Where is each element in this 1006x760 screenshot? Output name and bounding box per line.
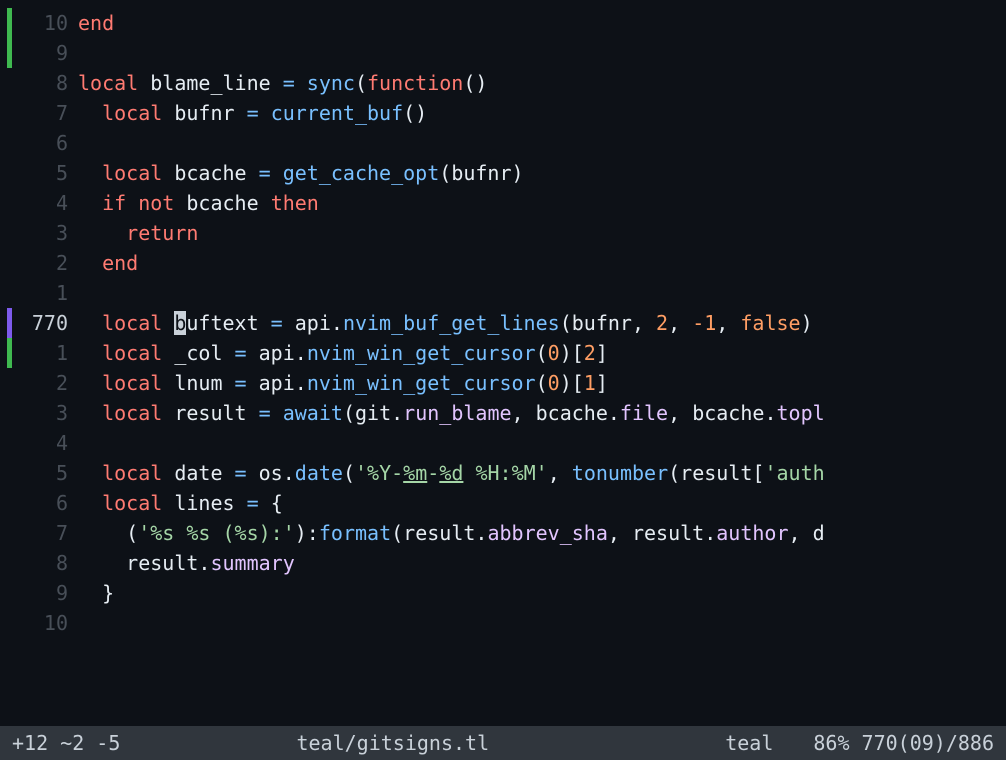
line-number: 1 [18,278,78,308]
code-line[interactable]: 9 [0,38,1006,68]
sign-column [0,8,18,38]
code-line[interactable]: 6 local lines = { [0,488,1006,518]
sign-column [0,458,18,488]
sign-column [0,338,18,368]
sign-column [0,488,18,518]
code-content[interactable]: local lines = { [78,488,1006,518]
line-number: 3 [18,398,78,428]
sign-column [0,428,18,458]
code-content[interactable]: local bcache = get_cache_opt(bufnr) [78,158,1006,188]
statusline: +12 ~2 -5 teal/gitsigns.tl teal 86% 770(… [0,726,1006,760]
code-content[interactable]: local _col = api.nvim_win_get_cursor(0)[… [78,338,1006,368]
code-line[interactable]: 1 local _col = api.nvim_win_get_cursor(0… [0,338,1006,368]
code-content[interactable]: local result = await(git.run_blame, bcac… [78,398,1006,428]
code-line[interactable]: 4 [0,428,1006,458]
code-content[interactable]: local bufnr = current_buf() [78,98,1006,128]
code-line[interactable]: 8 result.summary [0,548,1006,578]
line-number: 770 [18,308,78,338]
sign-column [0,308,18,338]
line-number: 10 [18,8,78,38]
code-content[interactable]: ('%s %s (%s):'):format(result.abbrev_sha… [78,518,1006,548]
sign-column [0,68,18,98]
status-filetype: teal [725,728,773,758]
code-content[interactable]: local date = os.date('%Y-%m-%d %H:%M', t… [78,458,1006,488]
line-number: 3 [18,218,78,248]
code-line[interactable]: 5 local bcache = get_cache_opt(bufnr) [0,158,1006,188]
code-line[interactable]: 8local blame_line = sync(function() [0,68,1006,98]
sign-column [0,98,18,128]
code-line[interactable]: 10 [0,608,1006,638]
code-line[interactable]: 4 if not bcache then [0,188,1006,218]
sign-column [0,518,18,548]
code-content[interactable]: end [78,248,1006,278]
line-number: 6 [18,488,78,518]
line-number: 1 [18,338,78,368]
sign-column [0,128,18,158]
code-line[interactable]: 2 local lnum = api.nvim_win_get_cursor(0… [0,368,1006,398]
git-add-sign [7,338,12,368]
code-content[interactable]: local lnum = api.nvim_win_get_cursor(0)[… [78,368,1006,398]
code-content[interactable]: end [78,8,1006,38]
code-content[interactable]: return [78,218,1006,248]
code-content[interactable]: if not bcache then [78,188,1006,218]
code-line[interactable]: 7 local bufnr = current_buf() [0,98,1006,128]
sign-column [0,218,18,248]
code-line[interactable]: 10end [0,8,1006,38]
git-change-sign [7,308,12,338]
line-number: 9 [18,38,78,68]
sign-column [0,188,18,218]
code-line[interactable]: 3 return [0,218,1006,248]
status-filename: teal/gitsigns.tl [60,728,725,758]
line-number: 5 [18,158,78,188]
code-content[interactable]: result.summary [78,548,1006,578]
code-line[interactable]: 9 } [0,578,1006,608]
sign-column [0,608,18,638]
line-number: 4 [18,428,78,458]
code-line[interactable]: 1 [0,278,1006,308]
sign-column [0,278,18,308]
code-line[interactable]: 7 ('%s %s (%s):'):format(result.abbrev_s… [0,518,1006,548]
git-add-sign [7,38,12,68]
sign-column [0,38,18,68]
sign-column [0,578,18,608]
sign-column [0,158,18,188]
line-number: 4 [18,188,78,218]
line-number: 7 [18,518,78,548]
sign-column [0,248,18,278]
line-number: 8 [18,548,78,578]
sign-column [0,398,18,428]
line-number: 7 [18,98,78,128]
code-line[interactable]: 770 local buftext = api.nvim_buf_get_lin… [0,308,1006,338]
code-line[interactable]: 2 end [0,248,1006,278]
code-content[interactable]: local buftext = api.nvim_buf_get_lines(b… [78,308,1006,338]
line-number: 2 [18,368,78,398]
sign-column [0,548,18,578]
code-content[interactable]: } [78,578,1006,608]
line-number: 2 [18,248,78,278]
line-number: 9 [18,578,78,608]
line-number: 8 [18,68,78,98]
code-line[interactable]: 5 local date = os.date('%Y-%m-%d %H:%M',… [0,458,1006,488]
line-number: 10 [18,608,78,638]
status-position: 86% 770(09)/886 [813,728,994,758]
line-number: 5 [18,458,78,488]
sign-column [0,368,18,398]
git-add-sign [7,8,12,38]
line-number: 6 [18,128,78,158]
code-content[interactable]: local blame_line = sync(function() [78,68,1006,98]
code-line[interactable]: 3 local result = await(git.run_blame, bc… [0,398,1006,428]
code-line[interactable]: 6 [0,128,1006,158]
code-editor[interactable]: 10end98local blame_line = sync(function(… [0,0,1006,638]
